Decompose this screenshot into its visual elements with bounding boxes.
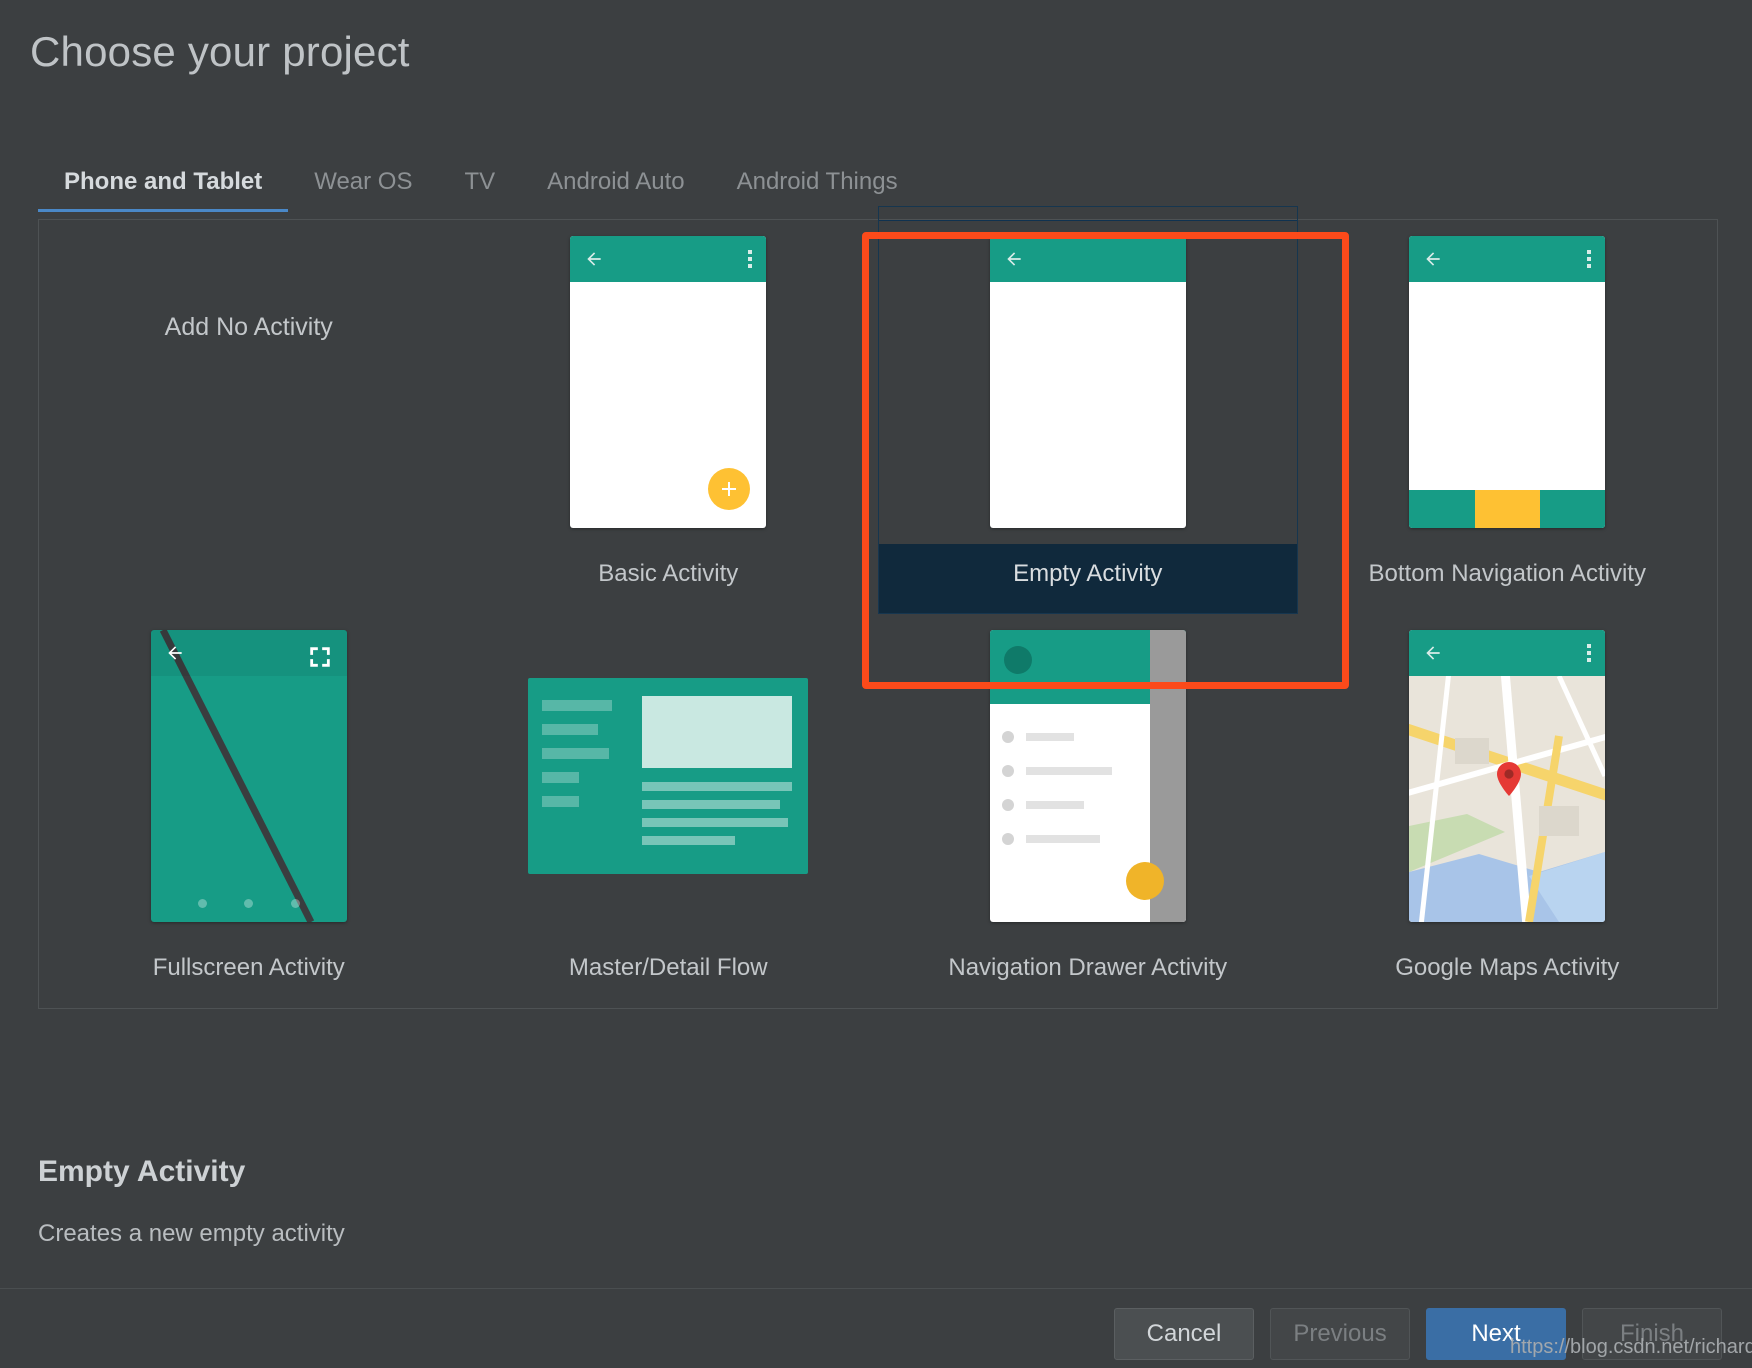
overflow-menu-icon	[748, 250, 753, 268]
thumbnail-wrap	[1298, 614, 1718, 938]
tab-label: Android Auto	[547, 168, 685, 195]
page-indicator-dots	[151, 899, 347, 908]
thumbnail-wrap	[1298, 220, 1718, 544]
bottom-navigation-bar	[1409, 490, 1606, 528]
tab-label: Android Things	[736, 168, 898, 195]
detail-hero-block	[641, 696, 793, 768]
thumbnail-wrap	[878, 614, 1298, 938]
back-arrow-icon	[1426, 646, 1440, 660]
tab-android-things[interactable]: Android Things	[711, 168, 924, 212]
template-label: Master/Detail Flow	[568, 954, 768, 981]
map-canvas	[1409, 676, 1606, 922]
page-title: Choose your project	[30, 28, 410, 75]
app-bar	[1409, 236, 1606, 282]
floating-action-button-icon	[1125, 862, 1164, 900]
detail-pane	[632, 678, 808, 874]
selected-template-title: Empty Activity	[38, 1155, 246, 1188]
navigation-drawer-activity-thumbnail	[989, 630, 1186, 922]
fullscreen-activity-thumbnail	[150, 630, 347, 922]
template-card-google-maps-activity[interactable]: Google Maps Activity	[1298, 614, 1718, 1008]
thumbnail-wrap	[39, 614, 459, 938]
app-bar	[150, 630, 347, 676]
template-grid: Add No Activity Basic Activity Empty Act…	[39, 206, 1718, 1008]
template-card-basic-activity[interactable]: Basic Activity	[459, 220, 879, 614]
template-card-empty-activity[interactable]: Empty Activity	[878, 206, 1298, 614]
previous-button[interactable]: Previous	[1270, 1308, 1410, 1360]
template-grid-panel: Add No Activity Basic Activity Empty Act…	[38, 206, 1718, 1009]
template-card-add-no-activity[interactable]: Add No Activity	[39, 220, 459, 614]
app-bar	[570, 236, 767, 282]
back-arrow-icon	[168, 646, 182, 660]
dialog-footer: Cancel Previous Next Finish	[0, 1300, 1752, 1368]
back-arrow-icon	[1426, 252, 1440, 266]
tab-android-auto[interactable]: Android Auto	[521, 168, 710, 212]
tab-phone-and-tablet[interactable]: Phone and Tablet	[38, 168, 289, 212]
tab-label: Wear OS	[314, 168, 413, 195]
template-card-navigation-drawer-activity[interactable]: Navigation Drawer Activity	[878, 614, 1298, 1008]
template-card-fullscreen-activity[interactable]: Fullscreen Activity	[39, 614, 459, 1008]
google-maps-activity-thumbnail	[1409, 630, 1606, 922]
tab-label: TV	[464, 168, 496, 195]
cancel-button[interactable]: Cancel	[1114, 1308, 1254, 1360]
master-detail-flow-thumbnail	[528, 678, 809, 874]
floating-action-button-icon	[708, 468, 751, 510]
tab-wear-os[interactable]: Wear OS	[288, 168, 438, 212]
template-label: Add No Activity	[164, 312, 333, 341]
app-bar	[989, 236, 1186, 282]
template-card-master-detail-flow[interactable]: Master/Detail Flow	[459, 614, 879, 1008]
template-card-bottom-navigation-activity[interactable]: Bottom Navigation Activity	[1298, 220, 1718, 614]
fullscreen-expand-icon	[310, 647, 330, 667]
basic-activity-thumbnail	[570, 236, 767, 528]
thumbnail-wrap	[459, 220, 879, 544]
thumbnail-wrap	[459, 614, 879, 938]
bottom-navigation-activity-thumbnail	[1409, 236, 1606, 528]
template-label: Fullscreen Activity	[152, 954, 345, 981]
form-factor-tabbar: Phone and Tablet Wear OS TV Android Auto…	[38, 168, 1718, 218]
avatar	[1003, 646, 1032, 674]
template-label: Basic Activity	[598, 560, 739, 587]
selected-template-description: Creates a new empty activity	[38, 1220, 345, 1247]
overflow-menu-icon	[1587, 250, 1592, 268]
back-arrow-icon	[1007, 252, 1021, 266]
watermark-text: https://blog.csdn.net/richard1230	[1510, 1336, 1752, 1358]
overflow-menu-icon	[1587, 644, 1592, 662]
tab-tv[interactable]: TV	[438, 168, 521, 212]
template-label: Bottom Navigation Activity	[1368, 560, 1646, 587]
app-bar	[1409, 630, 1606, 676]
template-label: Empty Activity	[878, 544, 1298, 614]
template-label: Google Maps Activity	[1395, 954, 1620, 981]
choose-project-dialog: Choose your project Phone and Tablet Wea…	[0, 0, 1752, 1368]
thumbnail-wrap	[878, 220, 1298, 544]
template-label: Navigation Drawer Activity	[948, 954, 1228, 981]
tab-label: Phone and Tablet	[64, 168, 263, 195]
master-list-pane	[528, 678, 632, 874]
map-graphic	[1409, 676, 1606, 922]
empty-activity-thumbnail	[989, 236, 1186, 528]
back-arrow-icon	[587, 252, 601, 266]
footer-divider	[0, 1288, 1752, 1289]
